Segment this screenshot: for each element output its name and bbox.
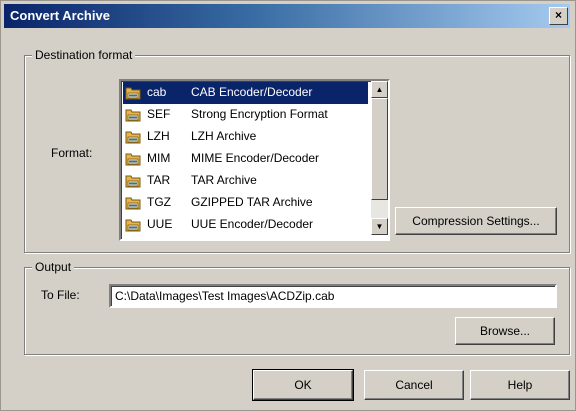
convert-archive-dialog: Convert Archive × Destination format For… <box>0 0 576 411</box>
format-ext: UUE <box>147 217 173 231</box>
format-label: Format: <box>51 146 93 160</box>
format-ext: TAR <box>147 173 171 187</box>
title-bar[interactable]: Convert Archive × <box>4 4 570 28</box>
cancel-button[interactable]: Cancel <box>364 370 464 400</box>
close-button[interactable]: × <box>549 7 568 25</box>
format-ext: LZH <box>147 129 170 143</box>
browse-button[interactable]: Browse... <box>455 317 555 345</box>
arrow-down-icon: ▼ <box>375 222 384 231</box>
archive-icon <box>125 197 141 210</box>
format-list-item[interactable]: LZH LZH Archive <box>123 126 368 148</box>
to-file-input[interactable]: C:\Data\Images\Test Images\ACDZip.cab <box>109 284 557 308</box>
scroll-up-button[interactable]: ▲ <box>371 81 388 98</box>
format-list-scrollbar[interactable]: ▲ ▼ <box>371 81 388 235</box>
arrow-up-icon: ▲ <box>375 85 384 94</box>
archive-icon <box>125 131 141 144</box>
format-list-item[interactable]: cab CAB Encoder/Decoder <box>123 82 368 104</box>
destination-format-legend: Destination format <box>32 48 136 62</box>
format-ext: TGZ <box>147 195 171 209</box>
format-ext: MIM <box>147 151 171 165</box>
help-label: Help <box>507 378 533 392</box>
scroll-thumb[interactable] <box>371 98 388 200</box>
format-description: LZH Archive <box>191 129 257 143</box>
format-description: CAB Encoder/Decoder <box>191 85 313 99</box>
format-ext: SEF <box>147 107 171 121</box>
format-list-item[interactable]: TGZ GZIPPED TAR Archive <box>123 192 368 214</box>
format-description: GZIPPED TAR Archive <box>191 195 313 209</box>
scroll-down-button[interactable]: ▼ <box>371 218 388 235</box>
archive-icon <box>125 219 141 232</box>
output-legend: Output <box>32 260 75 274</box>
format-listbox[interactable]: cab CAB Encoder/Decoder SEF Strong Encrypti… <box>119 79 390 241</box>
help-button[interactable]: Help <box>470 370 570 400</box>
compression-settings-label: Compression Settings... <box>412 214 540 228</box>
format-description: MIME Encoder/Decoder <box>191 151 320 165</box>
browse-label: Browse... <box>479 324 530 338</box>
archive-icon <box>125 109 141 122</box>
format-list-item[interactable]: MIM MIME Encoder/Decoder <box>123 148 368 170</box>
archive-icon <box>125 87 141 100</box>
cancel-label: Cancel <box>395 378 433 392</box>
to-file-label: To File: <box>41 288 80 302</box>
archive-icon <box>125 153 141 166</box>
compression-settings-button[interactable]: Compression Settings... <box>395 207 557 235</box>
format-list-item[interactable]: SEF Strong Encryption Format <box>123 104 368 126</box>
format-description: Strong Encryption Format <box>191 107 328 121</box>
format-list-item[interactable]: TAR TAR Archive <box>123 170 368 192</box>
ok-label: OK <box>294 378 312 392</box>
window-title: Convert Archive <box>10 8 110 23</box>
close-icon: × <box>554 8 562 22</box>
to-file-value: C:\Data\Images\Test Images\ACDZip.cab <box>115 289 335 303</box>
format-description: UUE Encoder/Decoder <box>191 217 314 231</box>
format-description: TAR Archive <box>191 173 257 187</box>
ok-button[interactable]: OK <box>252 369 354 401</box>
format-list-item[interactable]: UUE UUE Encoder/Decoder <box>123 214 368 236</box>
format-ext: cab <box>147 85 167 99</box>
archive-icon <box>125 175 141 188</box>
